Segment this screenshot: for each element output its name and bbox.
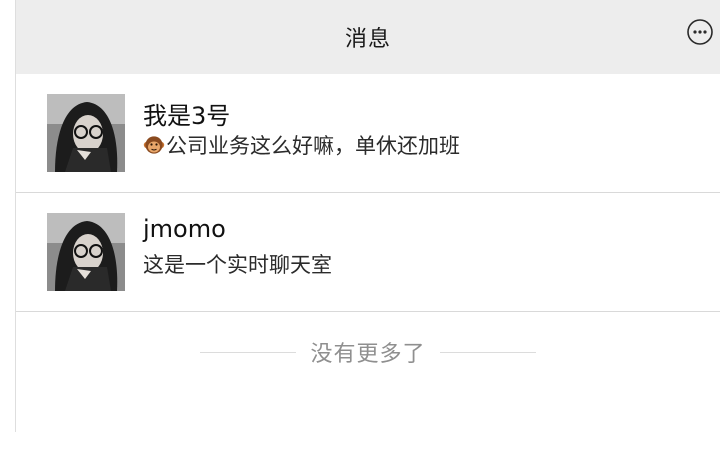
divider-line <box>200 351 297 353</box>
page-title: 消息 <box>344 27 391 52</box>
chat-list-item[interactable]: 我是3号 公司业务这么好嘛，单休还加班 <box>16 74 720 193</box>
divider-line <box>439 351 536 353</box>
header-bar: 消息 <box>16 0 720 74</box>
chat-message-text: 这是一个实时聊天室 <box>143 253 332 277</box>
more-options-icon[interactable] <box>686 18 714 46</box>
chat-app: 消息 我是3号 公司业务这么好嘛，单休还加班 jmomo 这是一个实时聊天室 没… <box>15 0 720 432</box>
chat-list-item[interactable]: jmomo 这是一个实时聊天室 <box>16 193 720 312</box>
avatar <box>47 94 125 172</box>
stage: 消息 我是3号 公司业务这么好嘛，单休还加班 jmomo 这是一个实时聊天室 没… <box>0 0 720 450</box>
avatar <box>47 213 125 291</box>
chat-last-message: 公司业务这么好嘛，单休还加班 <box>143 130 460 160</box>
chat-list: 我是3号 公司业务这么好嘛，单休还加班 jmomo 这是一个实时聊天室 <box>16 74 720 312</box>
chat-message-text: 公司业务这么好嘛，单休还加班 <box>166 134 460 158</box>
no-more-indicator: 没有更多了 <box>16 312 720 392</box>
chat-last-message: 这是一个实时聊天室 <box>143 249 332 279</box>
chat-name: jmomo <box>143 215 226 243</box>
monkey-face-icon <box>143 134 165 156</box>
no-more-text: 没有更多了 <box>310 342 426 367</box>
chat-name: 我是3号 <box>143 102 231 130</box>
